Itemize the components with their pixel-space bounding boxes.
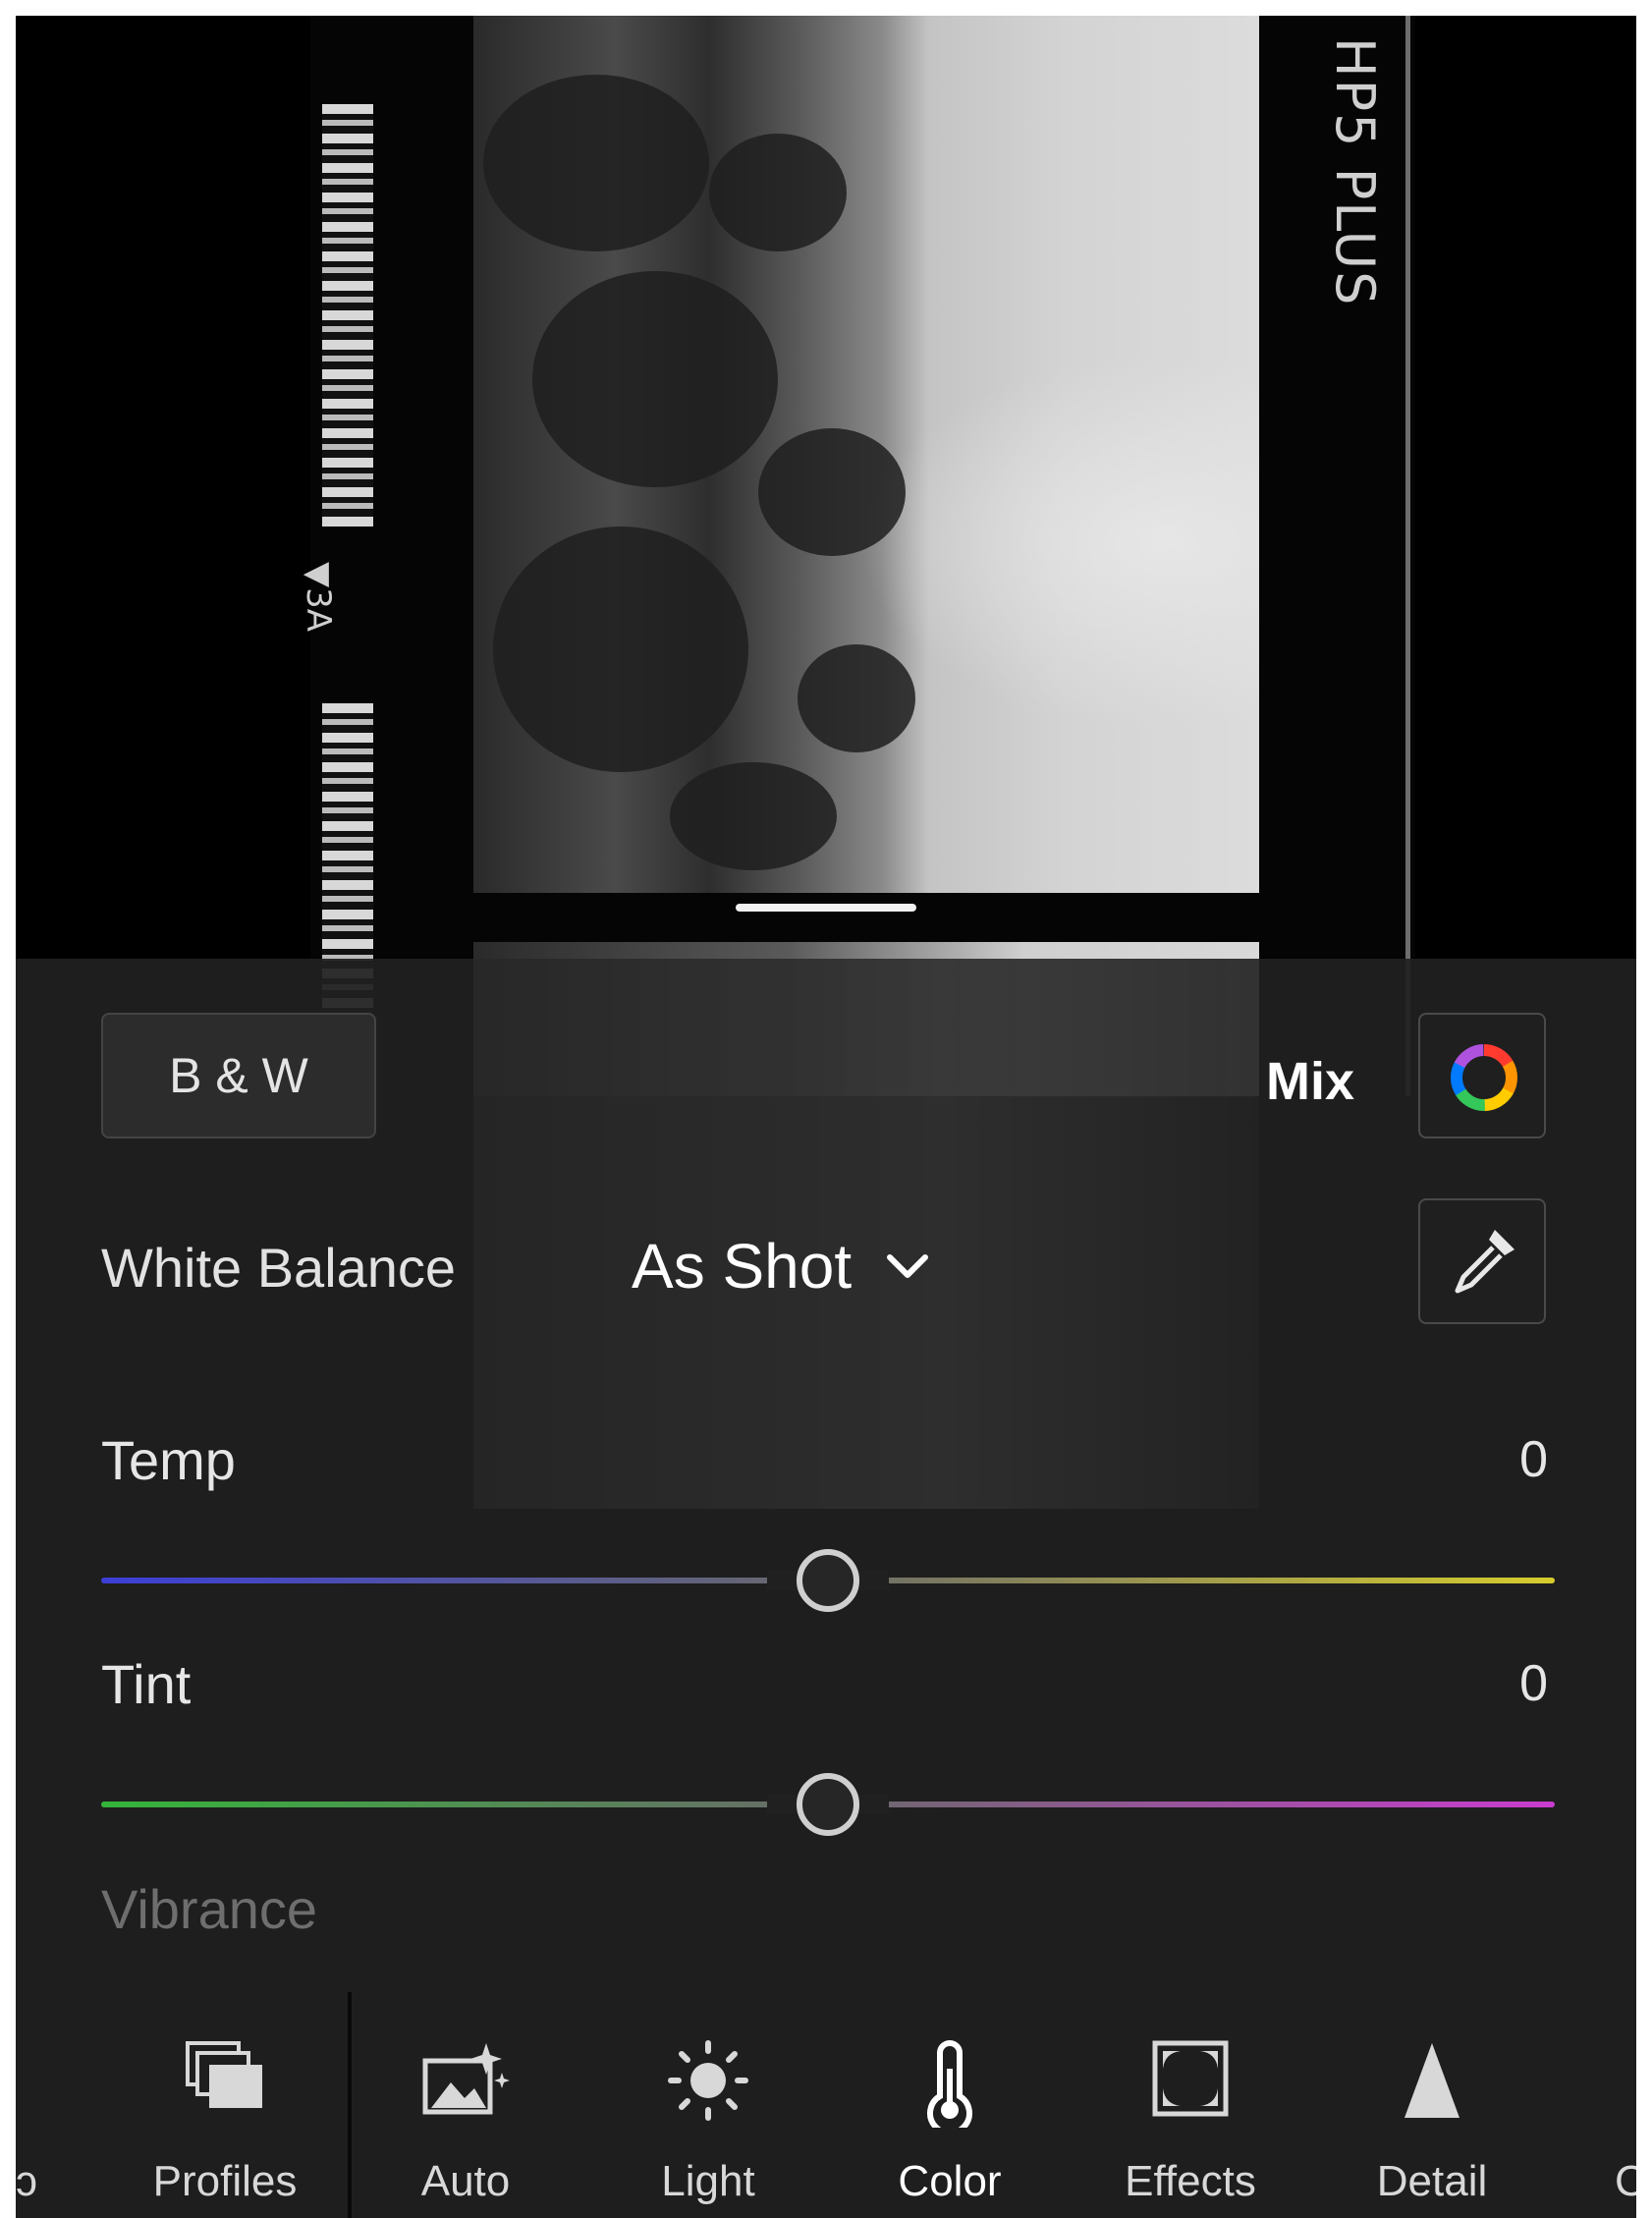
tool-effects-label: Effects xyxy=(1125,2157,1256,2205)
eyedropper-icon xyxy=(1455,1230,1514,1294)
previous-tool-partial[interactable]: ɔ xyxy=(16,2157,37,2206)
color-thermometer-icon xyxy=(927,2040,972,2128)
tool-color[interactable]: Color xyxy=(852,1992,1048,2218)
film-edge-print: ▼3A xyxy=(299,16,389,1096)
color-mix-button[interactable] xyxy=(1418,1013,1546,1138)
white-balance-dropdown[interactable]: As Shot xyxy=(632,1230,930,1303)
tool-color-label: Color xyxy=(898,2157,1002,2205)
tool-light[interactable]: Light xyxy=(610,1992,806,2218)
tool-detail-label: Detail xyxy=(1376,2157,1488,2205)
temp-value[interactable]: 0 xyxy=(1519,1430,1548,1489)
photo-frame xyxy=(473,16,1259,893)
light-icon xyxy=(668,2040,748,2121)
film-brand-text: HP5 PLUS xyxy=(1324,37,1386,307)
vibrance-label: Vibrance xyxy=(101,1878,318,1940)
edit-toolbar: ɔ Profiles Auto Light Color Effects Deta… xyxy=(16,1992,1636,2218)
white-balance-eyedropper-button[interactable] xyxy=(1418,1198,1546,1324)
film-edge-line xyxy=(1405,16,1410,1096)
detail-icon xyxy=(1404,2043,1459,2118)
lightroom-editor: ▼3A HP5 PLUS B & W Mix White Balance As … xyxy=(16,16,1636,2218)
film-barcode-upper xyxy=(322,104,373,527)
toolbar-divider xyxy=(348,1992,352,2218)
tool-auto-label: Auto xyxy=(420,2157,511,2205)
effects-icon xyxy=(1152,2040,1229,2117)
tint-value[interactable]: 0 xyxy=(1519,1654,1548,1713)
temp-label: Temp xyxy=(101,1429,236,1491)
white-balance-label: White Balance xyxy=(101,1237,457,1299)
color-wheel-icon xyxy=(1451,1044,1517,1111)
sheet-grabber[interactable] xyxy=(736,904,916,912)
bw-toggle-button[interactable]: B & W xyxy=(101,1013,376,1138)
tool-light-label: Light xyxy=(661,2157,755,2205)
tool-profiles[interactable]: Profiles xyxy=(127,1992,323,2218)
tint-label: Tint xyxy=(101,1653,192,1715)
tool-auto[interactable]: Auto xyxy=(367,1992,564,2218)
tint-slider[interactable] xyxy=(16,1770,1636,1839)
auto-icon xyxy=(422,2043,510,2115)
tool-profiles-label: Profiles xyxy=(152,2157,298,2205)
temp-slider-thumb[interactable] xyxy=(797,1549,859,1612)
mix-label: Mix xyxy=(1266,1052,1355,1111)
chevron-down-icon xyxy=(887,1254,929,1278)
profiles-icon xyxy=(186,2041,262,2108)
next-tool-partial[interactable]: C xyxy=(1615,2157,1636,2206)
tool-effects[interactable]: Effects xyxy=(1092,1992,1289,2218)
tool-detail[interactable]: Detail xyxy=(1334,1992,1530,2218)
tint-slider-thumb[interactable] xyxy=(797,1773,859,1836)
white-balance-value: As Shot xyxy=(632,1231,853,1302)
temp-slider[interactable] xyxy=(16,1546,1636,1615)
photo-canvas[interactable]: ▼3A HP5 PLUS xyxy=(16,16,1636,1096)
film-frame-number: ▼3A xyxy=(299,562,338,633)
